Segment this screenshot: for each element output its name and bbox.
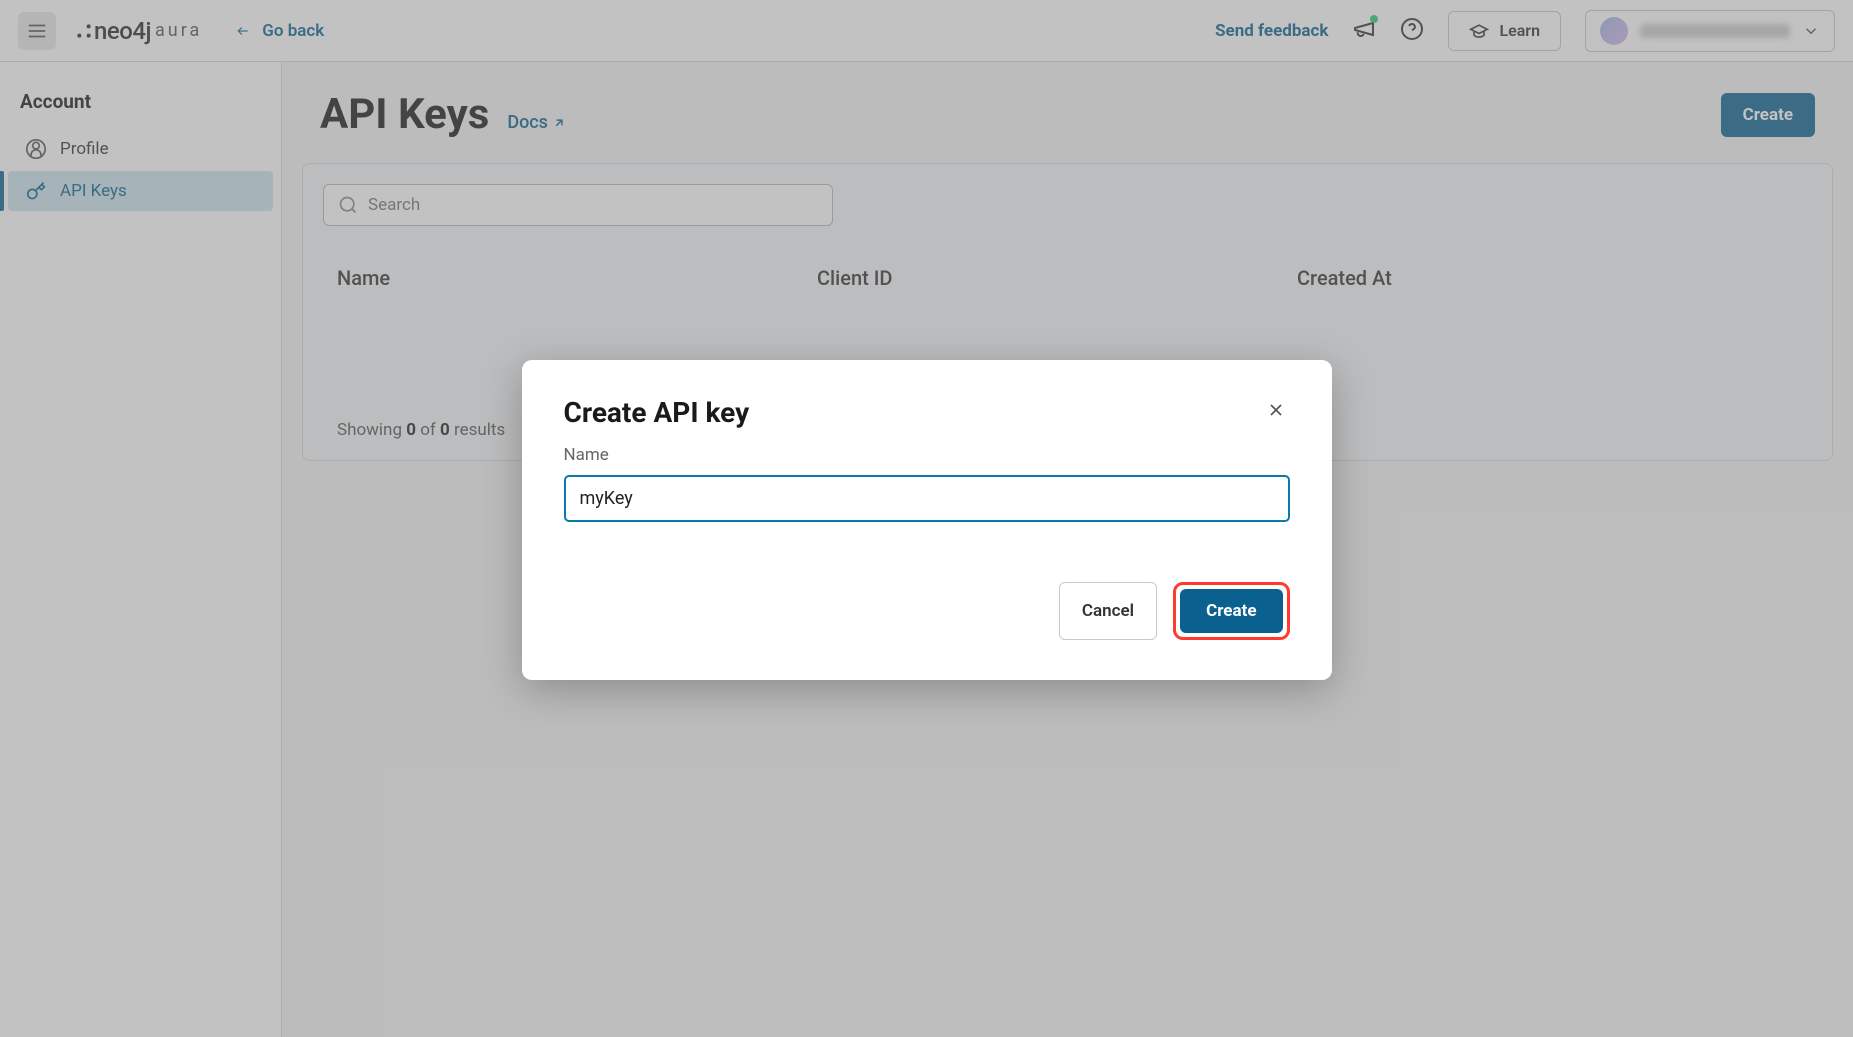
modal-create-button[interactable]: Create [1180, 589, 1282, 633]
modal-close-button[interactable] [1262, 396, 1290, 428]
close-icon [1266, 400, 1286, 420]
cancel-button[interactable]: Cancel [1059, 582, 1157, 640]
name-input[interactable] [564, 475, 1290, 522]
modal-actions: Cancel Create [564, 582, 1290, 640]
modal-title: Create API key [564, 396, 750, 429]
modal-header: Create API key [564, 396, 1290, 429]
name-field-label: Name [564, 445, 1290, 465]
create-api-key-modal: Create API key Name Cancel Create [522, 360, 1332, 680]
create-button-highlight: Create [1173, 582, 1289, 640]
modal-overlay[interactable]: Create API key Name Cancel Create [0, 0, 1853, 1037]
